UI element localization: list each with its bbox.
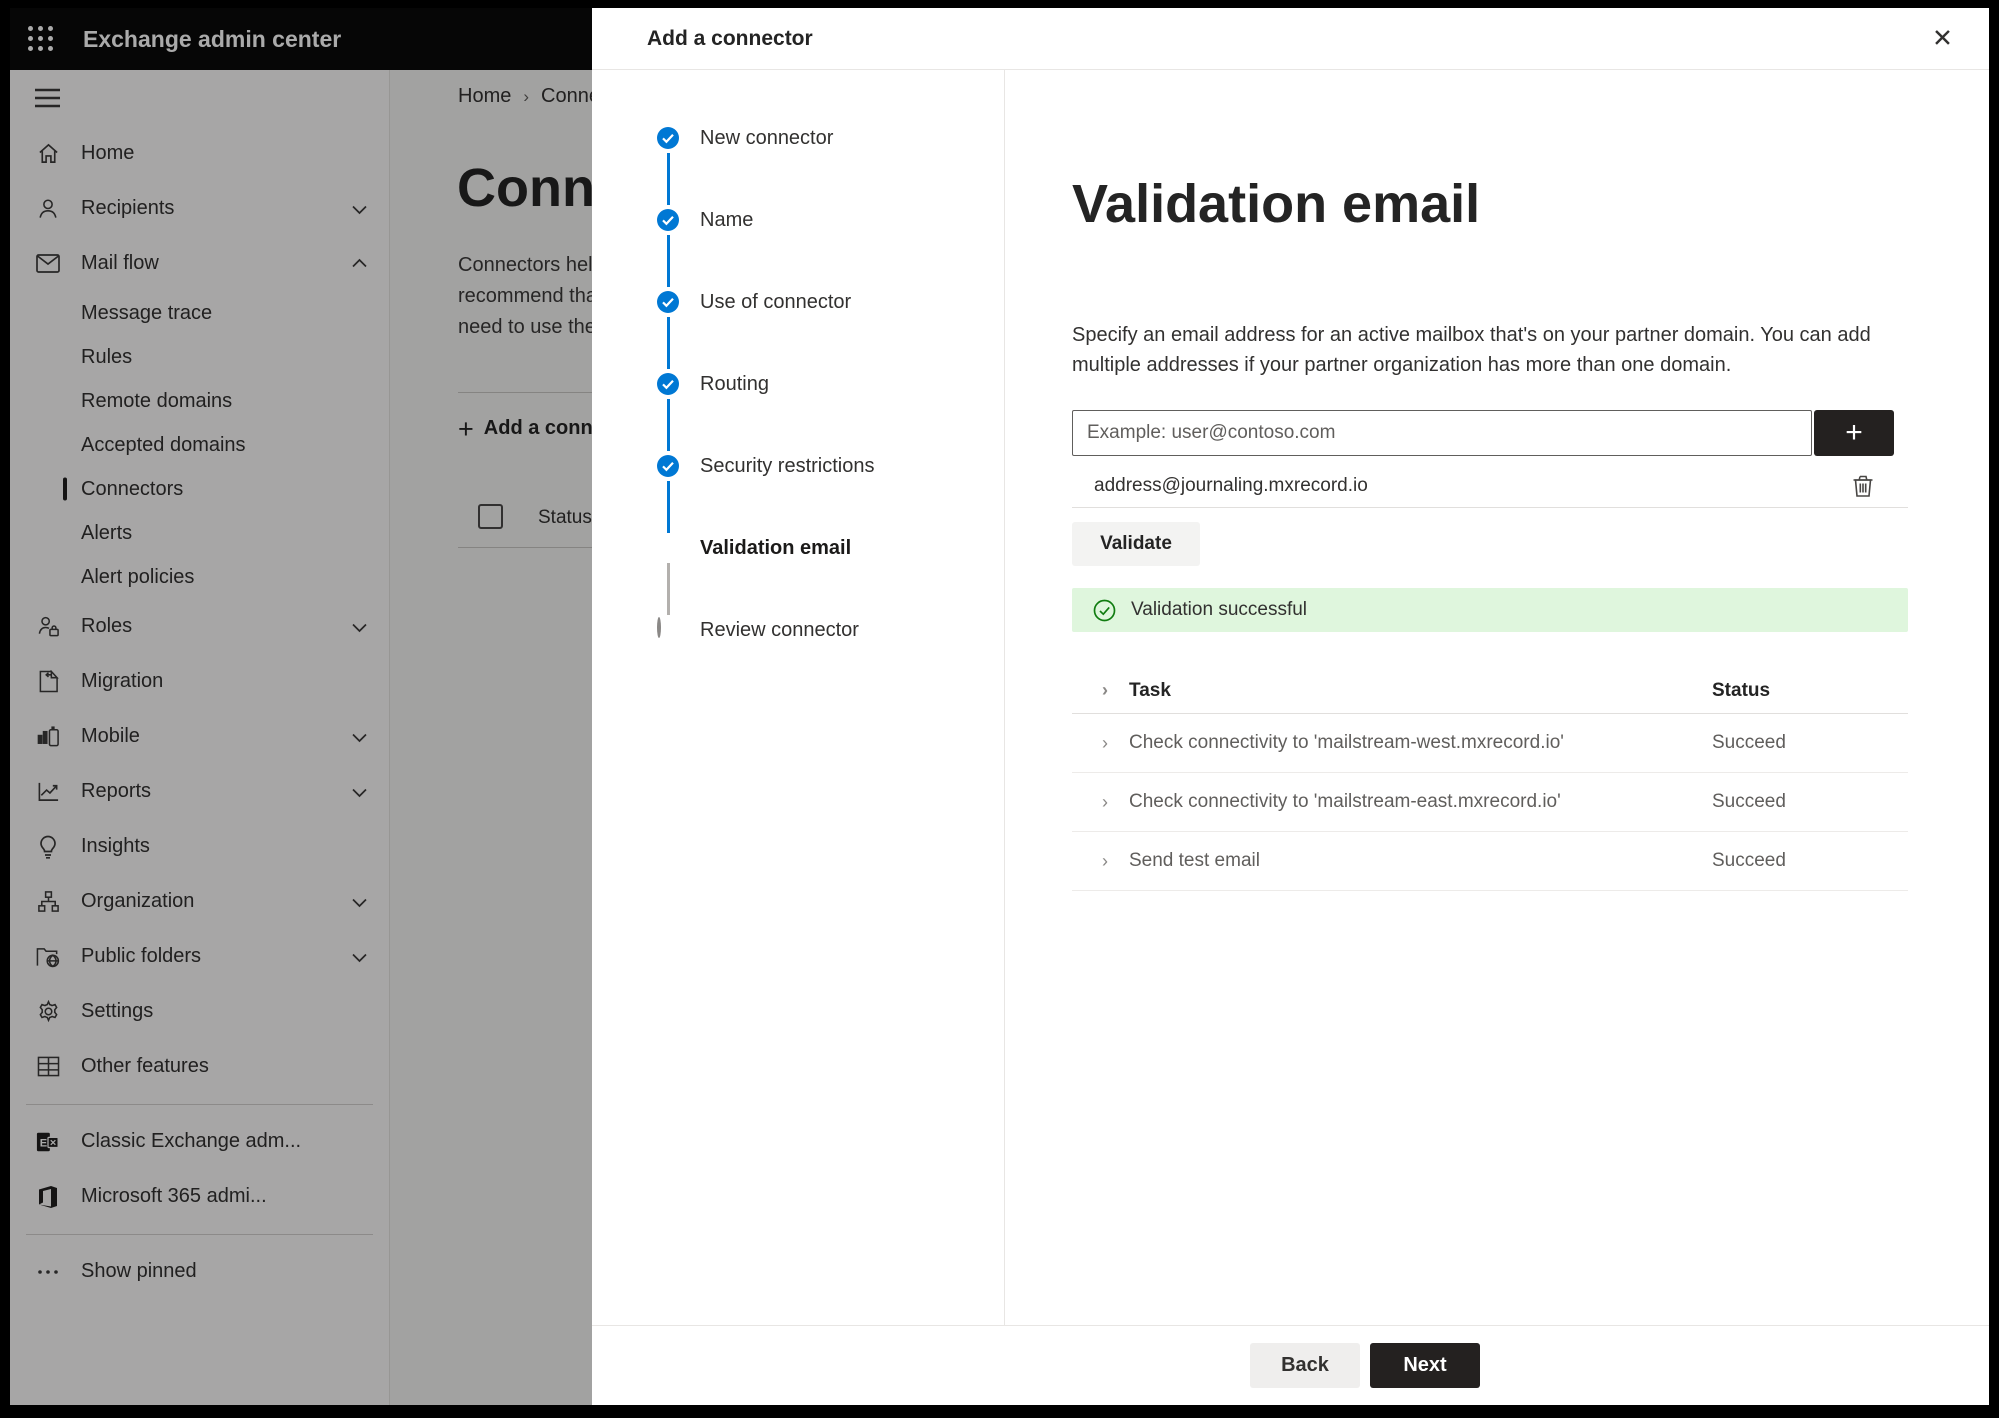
panel-title: Add a connector [647,26,813,50]
add-connector-panel: Add a connector ✕ New connector Name Use… [592,8,1989,1405]
table-row: › Send test email Succeed [1072,832,1908,891]
status-column-header: Status [1712,679,1771,701]
panel-footer: Back Next [592,1325,1989,1405]
step-connector-line [667,235,670,287]
status-cell: Succeed [1712,732,1786,753]
step-completed-icon [657,455,679,477]
status-cell: Succeed [1712,850,1786,871]
step-label: Routing [700,372,769,395]
banner-text: Validation successful [1131,599,1308,620]
status-cell: Succeed [1712,791,1786,812]
close-icon[interactable]: ✕ [1932,26,1953,51]
address-list-item: address@journaling.mxrecord.io [1072,464,1908,508]
app-window: Exchange admin center Home Recipients Ma… [10,8,1989,1405]
step-label: Validation email [700,536,852,559]
step-completed-icon [657,209,679,231]
step-security-restrictions[interactable]: Security restrictions [657,454,875,533]
task-column-header: Task [1129,679,1171,701]
next-button[interactable]: Next [1370,1343,1480,1388]
table-row: › Check connectivity to 'mailstream-west… [1072,714,1908,773]
step-label: Use of connector [700,290,852,313]
table-row: › Check connectivity to 'mailstream-east… [1072,773,1908,832]
content-heading: Validation email [1072,174,1481,234]
step-connector-line [667,153,670,205]
step-use-of-connector[interactable]: Use of connector [657,290,852,369]
wizard-content: Validation email Specify an email addres… [1005,70,1989,1325]
validate-button[interactable]: Validate [1072,522,1200,566]
add-address-button[interactable]: + [1814,410,1894,456]
step-upcoming-icon [657,617,679,641]
step-completed-icon [657,373,679,395]
step-connector-line [667,317,670,369]
step-completed-icon [657,291,679,313]
address-value: address@journaling.mxrecord.io [1094,474,1368,496]
task-cell: Send test email [1129,850,1260,871]
step-label: Review connector [700,618,859,641]
step-review-connector[interactable]: Review connector [657,617,859,641]
content-description: Specify an email address for an active m… [1072,324,1871,376]
step-name[interactable]: Name [657,208,754,287]
trash-icon[interactable] [1852,474,1874,498]
validation-task-table: › Task Status › Check connectivity to 'm… [1072,668,1908,891]
plus-icon: + [1845,416,1863,449]
step-current-icon [657,537,679,559]
chevron-right-icon[interactable]: › [1072,851,1129,872]
step-completed-icon [657,127,679,149]
task-cell: Check connectivity to 'mailstream-west.m… [1129,732,1564,753]
step-new-connector[interactable]: New connector [657,126,834,205]
step-label: Security restrictions [700,454,875,477]
table-header-row: › Task Status [1072,668,1908,714]
step-connector-line [667,563,670,615]
validation-success-banner: Validation successful [1072,588,1908,632]
chevron-right-icon[interactable]: › [1072,792,1129,813]
step-routing[interactable]: Routing [657,372,769,451]
email-input[interactable] [1072,410,1812,456]
chevron-right-icon[interactable]: › [1072,680,1129,701]
step-label: Name [700,208,754,231]
chevron-right-icon[interactable]: › [1072,733,1129,754]
step-connector-line [667,399,670,451]
wizard-steps-rail: New connector Name Use of connector Rout… [592,70,1005,1325]
task-cell: Check connectivity to 'mailstream-east.m… [1129,791,1561,812]
success-check-icon [1093,599,1116,622]
panel-header: Add a connector ✕ [592,8,1989,70]
back-button[interactable]: Back [1250,1343,1360,1388]
step-validation-email[interactable]: Validation email [657,536,852,615]
step-label: New connector [700,126,834,149]
email-input-row: + [1072,410,1894,456]
step-connector-line [667,481,670,533]
